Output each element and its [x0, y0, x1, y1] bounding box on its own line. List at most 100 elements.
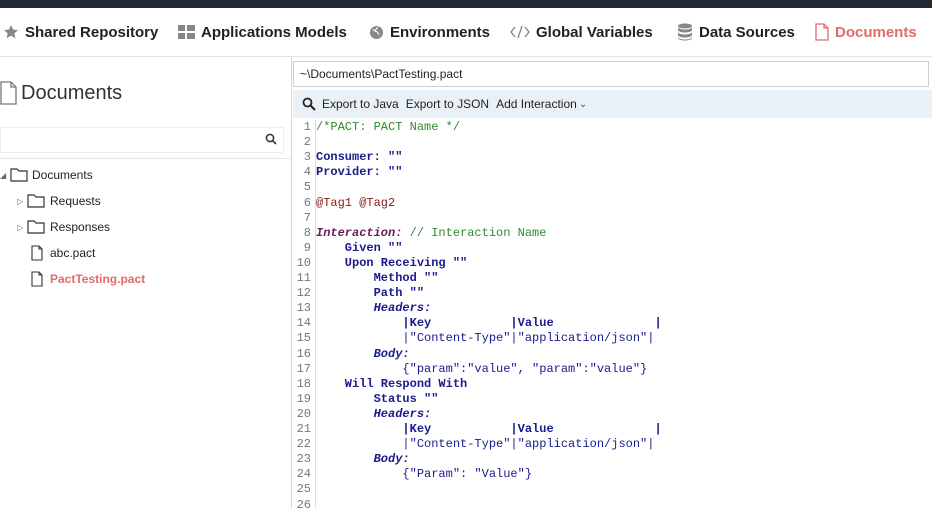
document-icon: [0, 81, 17, 105]
code-line: 25: [293, 482, 316, 497]
line-number: 5: [303, 180, 311, 195]
code-line: 17 {"param":"value", "param":"value"}: [293, 361, 648, 377]
line-number: 21: [296, 422, 311, 436]
line-text: Headers:: [316, 301, 432, 316]
line-text: /*PACT: PACT Name */: [316, 120, 461, 134]
file-path-bar[interactable]: ~\Documents\PactTesting.pact: [293, 61, 929, 87]
nav-shared-repository[interactable]: Shared Repository: [3, 8, 158, 56]
code-line: 10 Upon Receiving "": [293, 255, 468, 271]
search-icon[interactable]: [265, 133, 277, 145]
line-number: 8: [303, 225, 311, 240]
line-text: Given "": [316, 240, 403, 255]
sidebar-title: Documents: [0, 81, 122, 105]
code-line: 21 |Key |Value |: [293, 422, 662, 437]
line-number: 12: [296, 286, 311, 301]
window-top-strip: [0, 0, 932, 8]
add-interaction-button[interactable]: Add Interaction: [496, 97, 577, 111]
code-line: 16 Body:: [293, 347, 410, 362]
nav-data-sources[interactable]: Data Sources: [677, 8, 795, 56]
line-number: 17: [296, 361, 311, 376]
expand-arrow-icon[interactable]: ◢: [0, 171, 10, 180]
search-input[interactable]: [1, 128, 259, 150]
code-line: 11 Method "": [293, 271, 439, 286]
dropdown-chevron-icon[interactable]: ⌄: [579, 99, 587, 110]
tree-item-label: abc.pact: [50, 246, 96, 260]
line-number: 11: [296, 271, 311, 285]
folder-icon: [27, 194, 45, 208]
search-box: [0, 127, 284, 153]
tree-item-label: Responses: [50, 220, 111, 234]
nav-label: Shared Repository: [25, 23, 159, 41]
tree-item-label: PactTesting.pact: [50, 272, 146, 286]
tree-item-abc-pact[interactable]: abc.pact: [31, 241, 95, 265]
line-text: {"Param": "Value"}: [316, 467, 533, 482]
line-number: 26: [296, 497, 311, 508]
export-to-json-button[interactable]: Export to JSON: [406, 97, 489, 111]
grid-icon: [178, 25, 195, 39]
line-text: |"Content-Type"|"application/json"|: [316, 331, 655, 346]
line-text: Headers:: [316, 406, 432, 421]
file-icon: [31, 271, 43, 287]
nav-documents[interactable]: Documents: [815, 8, 917, 56]
folder-icon: [10, 168, 28, 182]
line-number: 16: [296, 346, 311, 361]
top-nav: Shared Repository Applications Models En…: [0, 8, 932, 57]
globe-icon: [369, 25, 384, 39]
file-path-text: ~\Documents\PactTesting.pact: [300, 67, 463, 81]
database-icon: [678, 23, 692, 41]
folder-icon: [27, 220, 45, 234]
line-number: 7: [303, 210, 311, 225]
nav-applications-models[interactable]: Applications Models: [178, 8, 347, 56]
nav-label: Environments: [390, 23, 491, 41]
collapse-arrow-icon[interactable]: ▷: [17, 197, 27, 206]
search-icon[interactable]: [302, 97, 316, 111]
code-line: 26: [293, 498, 316, 508]
line-number: 4: [303, 165, 311, 180]
tree-item-documents[interactable]: ◢ Documents: [0, 163, 93, 187]
code-line: 19 Status "": [293, 391, 439, 407]
line-text: Path "": [316, 286, 425, 301]
line-text: |"Content-Type"|"application/json"|: [316, 437, 655, 452]
collapse-arrow-icon[interactable]: ▷: [17, 223, 27, 232]
line-text: Body:: [316, 346, 410, 361]
line-number: 3: [303, 150, 311, 165]
line-text: Status "": [316, 391, 439, 406]
line-number: 1: [303, 120, 311, 134]
code-line: 18 Will Respond With: [293, 376, 468, 392]
nav-label: Applications Models: [201, 23, 347, 41]
line-number: 14: [296, 316, 311, 331]
line-number: 9: [303, 240, 311, 255]
nav-label: Global Variables: [536, 23, 653, 41]
line-number: 24: [296, 467, 311, 482]
line-number: 23: [296, 452, 311, 467]
code-editor[interactable]: 1 /*PACT: PACT Name */ 2 3 Consumer: "" 4 Prov…: [293, 119, 932, 508]
code-line: 9 Given "": [293, 240, 403, 256]
tree-item-requests[interactable]: ▷ Requests: [17, 189, 101, 213]
tree-item-responses[interactable]: ▷ Responses: [17, 215, 110, 239]
line-text: @Tag1 @Tag2: [316, 195, 396, 210]
nav-environments[interactable]: Environments: [369, 8, 490, 56]
line-number: 25: [296, 482, 311, 497]
tree-item-pacttesting-pact[interactable]: PactTesting.pact: [31, 267, 145, 291]
nav-global-variables[interactable]: Global Variables: [510, 8, 653, 56]
line-text: Interaction:: [316, 225, 403, 240]
line-text: Upon Receiving "": [316, 255, 468, 270]
line-number: 2: [303, 135, 311, 150]
line-text: |Key |Value |: [316, 422, 662, 436]
code-line: 7: [293, 211, 316, 226]
code-line: 14 |Key |Value |: [293, 316, 662, 331]
line-number: 13: [296, 301, 311, 316]
code-line: 12 Path "": [293, 286, 424, 301]
line-text: Will Respond With: [316, 376, 468, 391]
export-to-java-button[interactable]: Export to Java: [322, 97, 399, 111]
code-line: 20 Headers:: [293, 406, 432, 422]
code-line: 24 {"Param": "Value"}: [293, 467, 532, 482]
line-text: Consumer: "": [316, 150, 403, 165]
code-line: 1 /*PACT: PACT Name */: [293, 120, 460, 135]
line-number: 20: [296, 406, 311, 421]
code-line: 22 |"Content-Type"|"application/json"|: [293, 437, 655, 452]
tree-item-label: Documents: [32, 168, 93, 182]
line-text: {"param":"value", "param":"value"}: [316, 361, 648, 376]
documents-sidebar: Documents ◢ Documents ▷ Requests ▷ Respo…: [0, 57, 292, 508]
code-line: 23 Body:: [293, 452, 410, 467]
